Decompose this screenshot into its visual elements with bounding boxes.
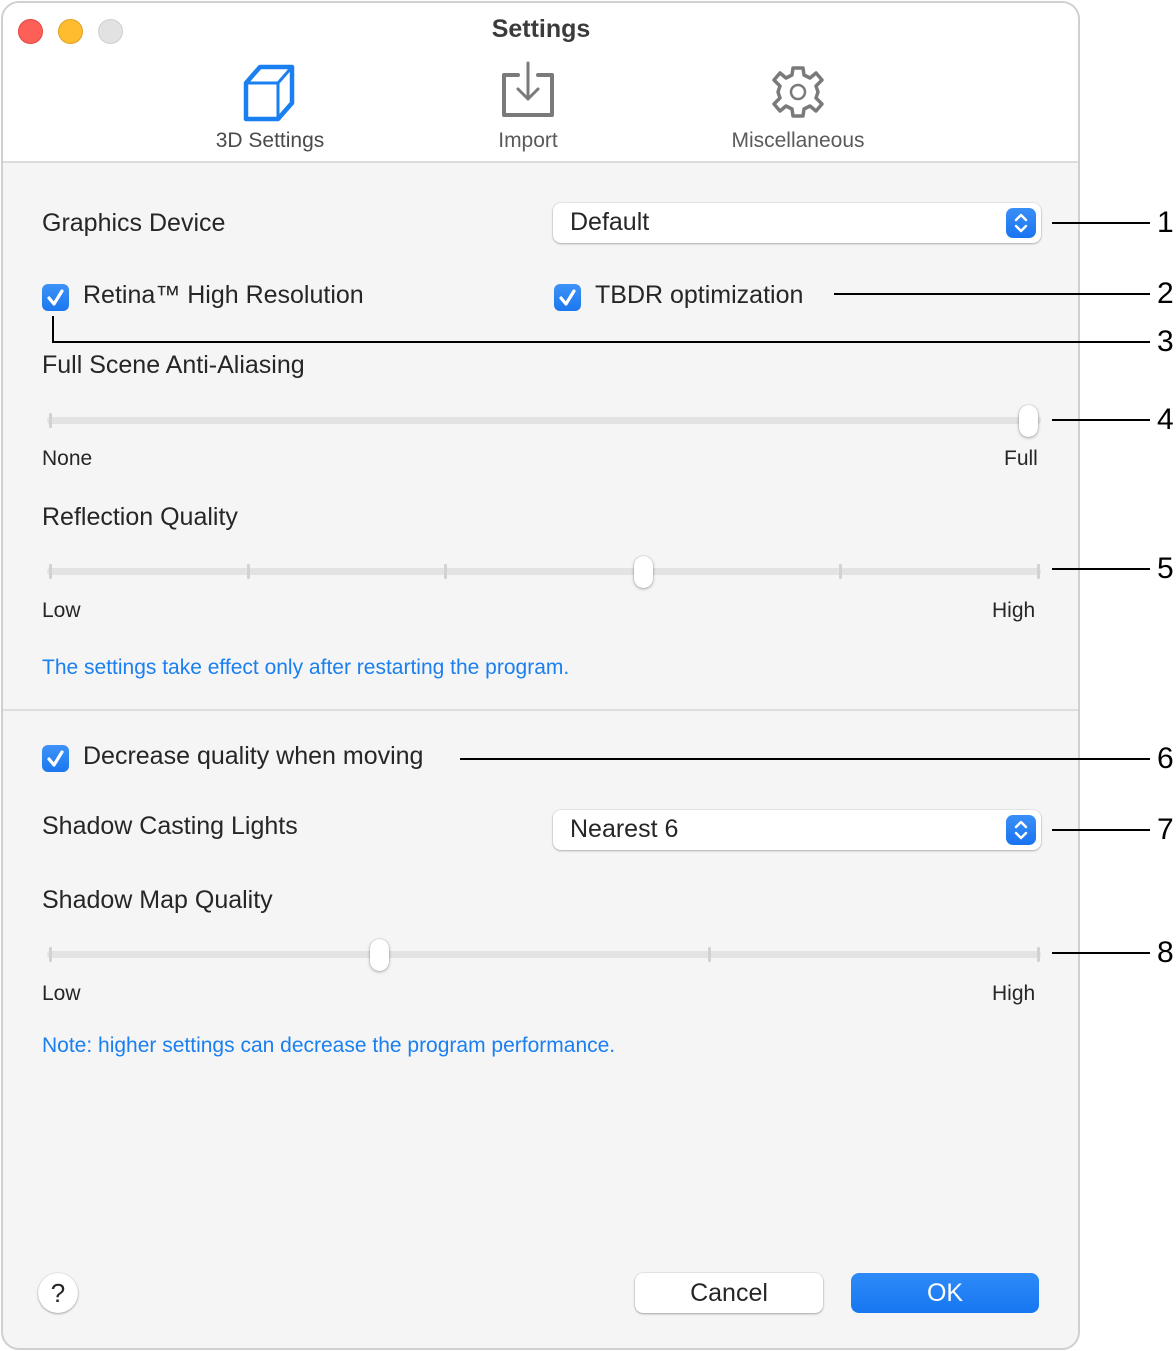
retina-label: Retina™ High Resolution	[83, 281, 364, 309]
slider-thumb[interactable]	[370, 939, 390, 971]
slider-tick	[1037, 947, 1040, 962]
section-divider	[3, 709, 1078, 711]
callout-line-6	[460, 758, 1150, 760]
callout-line-4	[1052, 419, 1150, 421]
tab-3d-settings[interactable]: 3D Settings	[190, 61, 350, 153]
shadow-map-max-label: High	[992, 982, 1036, 1005]
tab-miscellaneous[interactable]: Miscellaneous	[703, 61, 893, 153]
callout-line-7	[1052, 829, 1150, 831]
checkmark-icon	[47, 289, 64, 306]
tab-label: 3D Settings	[215, 129, 325, 152]
help-button[interactable]: ?	[38, 1273, 78, 1313]
slider-tick	[49, 413, 52, 428]
retina-checkbox[interactable]	[42, 284, 69, 311]
checkmark-icon	[559, 289, 576, 306]
slider-track	[47, 417, 1041, 424]
graphics-device-select[interactable]: Default	[553, 203, 1041, 243]
callout-number-8: 8	[1157, 936, 1174, 969]
slider-tick	[49, 564, 52, 579]
tbdr-checkbox[interactable]	[554, 284, 581, 311]
decrease-quality-label: Decrease quality when moving	[83, 742, 424, 770]
callout-line-3	[52, 341, 1150, 343]
callout-number-4: 4	[1157, 403, 1174, 436]
callout-line-1	[1052, 222, 1150, 224]
anti-aliasing-min-label: None	[42, 447, 93, 470]
callout-number-7: 7	[1157, 813, 1174, 846]
anti-aliasing-label: Full Scene Anti-Aliasing	[42, 351, 305, 379]
shadow-lights-label: Shadow Casting Lights	[42, 812, 298, 840]
reflection-max-label: High	[992, 599, 1036, 622]
shadow-map-quality-label: Shadow Map Quality	[42, 886, 273, 914]
cube-icon	[243, 64, 295, 122]
callout-line-8	[1052, 952, 1150, 954]
callout-number-2: 2	[1157, 277, 1174, 310]
decrease-quality-checkbox[interactable]	[42, 745, 69, 772]
slider-tick	[49, 947, 52, 962]
slider-tick	[246, 564, 250, 579]
slider-track	[47, 951, 1041, 958]
shadow-map-quality-slider[interactable]	[47, 935, 1041, 975]
shadow-lights-value: Nearest 6	[570, 815, 679, 843]
select-stepper-icon	[1006, 815, 1036, 845]
title-bar: Settings 3D Settings Import Miscellaneou…	[3, 3, 1078, 163]
slider-tick	[707, 947, 711, 962]
callout-number-6: 6	[1157, 742, 1174, 775]
window-title: Settings	[491, 15, 591, 43]
tbdr-label: TBDR optimization	[595, 281, 804, 309]
import-tray-icon	[502, 61, 554, 117]
checkmark-icon	[47, 750, 64, 767]
shadow-lights-select[interactable]: Nearest 6	[553, 810, 1041, 850]
restart-note: The settings take effect only after rest…	[42, 656, 570, 679]
graphics-device-label: Graphics Device	[42, 209, 226, 237]
slider-tick	[1037, 564, 1040, 579]
callout-line-2	[834, 293, 1150, 295]
reflection-quality-slider[interactable]	[47, 552, 1041, 592]
tab-import[interactable]: Import	[448, 61, 608, 153]
select-stepper-icon	[1006, 208, 1036, 238]
slider-track	[47, 568, 1041, 575]
callout-number-3: 3	[1157, 325, 1174, 358]
cancel-button[interactable]: Cancel	[635, 1273, 823, 1313]
callout-number-5: 5	[1157, 552, 1174, 585]
reflection-quality-label: Reflection Quality	[42, 503, 238, 531]
settings-window: Settings 3D Settings Import Miscellaneou…	[1, 1, 1080, 1350]
callout-number-1: 1	[1157, 206, 1174, 239]
slider-thumb[interactable]	[1019, 405, 1038, 437]
callout-vline-3	[52, 316, 54, 343]
tab-label: Miscellaneous	[731, 129, 865, 152]
anti-aliasing-max-label: Full	[1004, 447, 1038, 470]
performance-note: Note: higher settings can decrease the p…	[42, 1034, 616, 1057]
graphics-device-value: Default	[570, 208, 650, 236]
reflection-min-label: Low	[42, 599, 81, 622]
slider-tick	[444, 564, 448, 579]
ok-button[interactable]: OK	[851, 1273, 1039, 1313]
anti-aliasing-slider[interactable]	[47, 401, 1041, 441]
shadow-map-min-label: Low	[42, 982, 81, 1005]
tab-label: Import	[498, 129, 558, 152]
slider-tick	[839, 564, 843, 579]
callout-line-5	[1052, 568, 1150, 570]
gear-icon	[772, 66, 824, 118]
slider-thumb[interactable]	[633, 556, 653, 588]
